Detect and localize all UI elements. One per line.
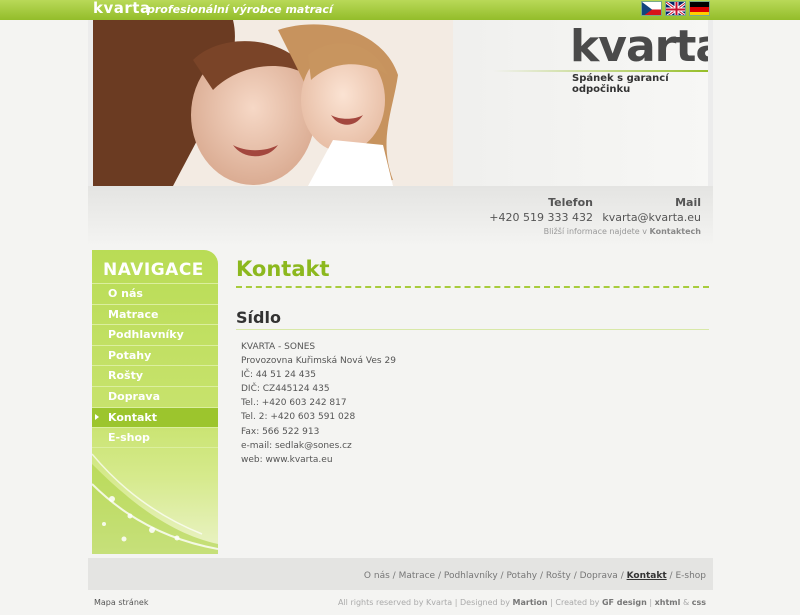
nav-title: NAVIGACE — [103, 260, 204, 280]
more-prefix: Bližší informace najdete v — [543, 227, 647, 236]
nav-item-doprava[interactable]: Doprava — [92, 385, 218, 407]
nav-item-rosty[interactable]: Rošty — [92, 365, 218, 386]
footer-link[interactable]: Podhlavníky — [444, 571, 498, 581]
address-line[interactable]: e-mail: sedlak@sones.cz — [241, 439, 711, 453]
top-logo[interactable]: kvarta — [93, 0, 150, 18]
nav-list: O nás Matrace Podhlavníky Potahy Rošty D… — [92, 283, 218, 448]
brand-wordmark: kvarta — [570, 21, 708, 72]
flag-de-icon[interactable] — [689, 1, 710, 16]
top-bar: kvarta profesionální výrobce matrací — [0, 0, 800, 20]
address-block: KVARTA - SONES Provozovna Kuřimská Nová … — [236, 340, 711, 467]
more-link[interactable]: Kontaktech — [650, 227, 701, 236]
credits-designer-link[interactable]: Martion — [513, 598, 548, 607]
contact-phone: Telefon +420 519 333 432 — [489, 196, 593, 224]
hero-image: kvarta Spánek s garancí odpočinku — [93, 20, 708, 186]
contact-mail: Mail kvarta@kvarta.eu — [602, 196, 701, 224]
footer-link-current[interactable]: Kontakt — [627, 571, 667, 581]
active-arrow-icon — [95, 413, 99, 420]
nav-item-potahy[interactable]: Potahy — [92, 344, 218, 366]
contact-more-info: Bližší informace najdete v Kontaktech — [544, 227, 701, 236]
brand-slogan: Spánek s garancí odpočinku — [572, 73, 669, 95]
css-link[interactable]: css — [692, 598, 706, 607]
footer-link[interactable]: Doprava — [580, 571, 618, 581]
contact-strip: Telefon +420 519 333 432 Mail kvarta@kva… — [88, 186, 713, 246]
footer-navigation: O nás / Matrace / Podhlavníky / Potahy /… — [88, 558, 713, 590]
mail-label: Mail — [675, 196, 701, 209]
mail-value[interactable]: kvarta@kvarta.eu — [602, 211, 701, 224]
main-content: Kontakt Sídlo KVARTA - SONES Provozovna … — [236, 250, 711, 467]
hero-photo-illustration — [93, 20, 453, 186]
credits-amp: & — [682, 598, 690, 607]
floral-decoration-icon — [92, 453, 218, 554]
flag-cz-icon[interactable] — [641, 1, 662, 16]
footer-link[interactable]: O nás — [364, 571, 390, 581]
section-title: Sídlo — [236, 308, 709, 330]
footer-link[interactable]: Matrace — [399, 571, 436, 581]
phone-label: Telefon — [548, 196, 593, 209]
hero-banner: kvarta Spánek s garancí odpočinku — [88, 20, 713, 190]
brand-logo: kvarta Spánek s garancí odpočinku — [570, 21, 708, 96]
nav-item-matrace[interactable]: Matrace — [92, 303, 218, 325]
sitemap-link[interactable]: Mapa stránek — [94, 598, 148, 607]
address-line[interactable]: web: www.kvarta.eu — [241, 453, 711, 467]
nav-item-kontakt-label: Kontakt — [108, 410, 157, 424]
credits-designed: Designed by — [460, 598, 510, 607]
credits-rights: All rights reserved by Kvarta — [337, 598, 453, 607]
footer-credits: All rights reserved by Kvarta | Designed… — [337, 598, 706, 607]
address-line: Tel.: +420 603 242 817 — [241, 398, 347, 409]
top-tagline: profesionální výrobce matrací — [147, 3, 333, 16]
nav-item-podhlavniky[interactable]: Podhlavníky — [92, 324, 218, 345]
page-title: Kontakt — [236, 257, 330, 281]
xhtml-link[interactable]: xhtml — [655, 598, 681, 607]
address-line: Provozovna Kuřimská Nová Ves 29 — [241, 356, 396, 367]
title-divider — [236, 286, 709, 288]
credits-creator-link[interactable]: GF design — [602, 598, 647, 607]
footer-links: O nás / Matrace / Podhlavníky / Potahy /… — [363, 571, 706, 581]
phone-value: +420 519 333 432 — [489, 211, 593, 224]
nav-item-kontakt[interactable]: Kontakt — [92, 406, 218, 428]
address-line: DIČ: CZ445124 435 — [241, 384, 330, 395]
nav-item-o-nas[interactable]: O nás — [92, 283, 218, 304]
address-line: KVARTA - SONES — [241, 342, 316, 352]
flag-uk-icon[interactable] — [665, 1, 686, 16]
address-line: IČ: 44 51 24 435 — [241, 370, 316, 381]
language-switcher — [641, 1, 710, 16]
credits-created: Created by — [555, 598, 600, 607]
footer-link[interactable]: E-shop — [675, 571, 706, 581]
address-line: Fax: 566 522 913 — [241, 426, 320, 437]
footer-link[interactable]: Potahy — [506, 571, 537, 581]
address-line: Tel. 2: +420 603 591 028 — [241, 412, 356, 423]
footer-link[interactable]: Rošty — [546, 571, 571, 581]
sidebar-navigation: NAVIGACE O nás Matrace Podhlavníky Potah… — [92, 250, 218, 554]
